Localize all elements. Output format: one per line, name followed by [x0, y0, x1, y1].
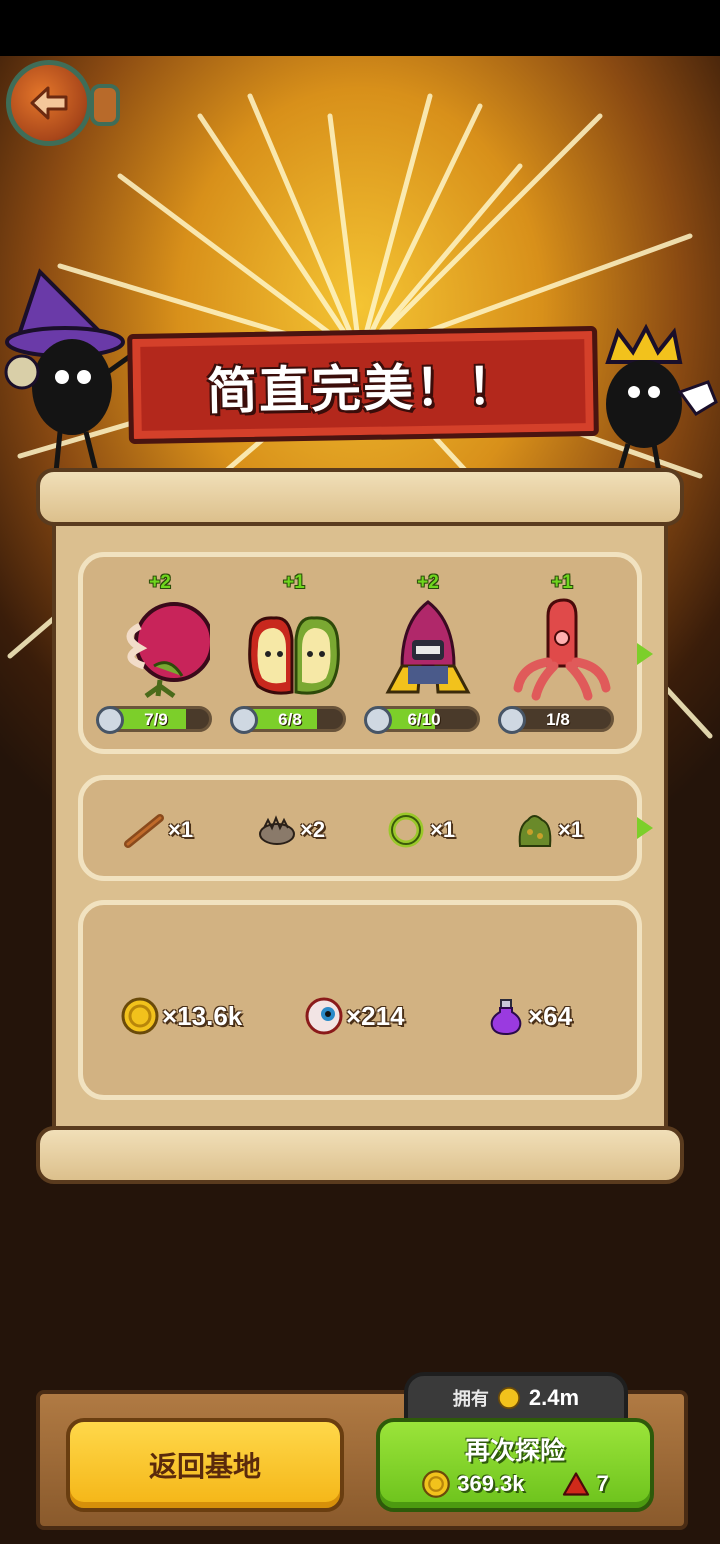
explore-again-button[interactable]: 再次探险 369.3k 7 [376, 1418, 654, 1512]
gold-coin-icon [422, 1470, 451, 1498]
return-base-label: 返回基地 [148, 1450, 261, 1483]
item-count: ×2 [300, 817, 326, 842]
item-entry: ×1 [124, 810, 193, 850]
status-bar [0, 0, 720, 56]
have-label: 拥有 [452, 1389, 489, 1409]
hedgehog-icon [259, 815, 295, 845]
hero-card[interactable]: +2 7/9 [96, 560, 220, 750]
banner-cloth: 简直完美！！ [127, 325, 599, 445]
explore-again-label: 再次探险 [464, 1436, 565, 1465]
result-title: 简直完美！！ [206, 357, 520, 421]
skull-icon [96, 706, 124, 734]
items-next-arrow-icon[interactable] [637, 817, 653, 839]
gold-coin-icon [497, 1386, 521, 1410]
hero-card[interactable]: +1 6/8 [230, 560, 354, 750]
hero-level-gain: +1 [283, 572, 305, 593]
result-banner: 简直完美！！ [127, 325, 599, 450]
item-entry: ×1 [386, 810, 455, 850]
reward-count: ×214 [346, 1000, 405, 1031]
reward-entry: ×64 [486, 994, 572, 1038]
heroes-next-arrow-icon[interactable] [637, 643, 653, 665]
item-count: ×1 [430, 817, 456, 842]
back-button[interactable] [6, 60, 92, 146]
hero-level-gain: +2 [417, 572, 439, 593]
item-entry: ×1 [514, 810, 583, 850]
scroll-bottom-roll [36, 1126, 684, 1184]
reward-entry: ×214 [304, 994, 405, 1038]
scroll-top-roll [36, 468, 684, 526]
explore-gem-cost: 7 [596, 1471, 609, 1496]
explore-cost-row: 369.3k 7 [421, 1469, 609, 1499]
rocket-robot-icon [385, 600, 471, 694]
octopus-icon [513, 598, 611, 701]
red-gem-icon [562, 1472, 589, 1496]
return-base-button[interactable]: 返回基地 [66, 1418, 344, 1512]
apple-twins-icon [248, 616, 340, 695]
eyeball-icon [305, 997, 343, 1035]
hero-card[interactable]: +1 1/8 [498, 560, 622, 750]
king-minion-icon [605, 323, 718, 479]
hero-card[interactable]: +2 6/10 [364, 560, 488, 750]
wood-stick-icon [124, 814, 164, 848]
coins-owned-value: 2.4m [528, 1385, 580, 1410]
hero-level-gain: +2 [149, 572, 171, 593]
hero-level-gain: +1 [551, 572, 573, 593]
reward-count: ×13.6k [162, 1000, 243, 1031]
carnivorous-plant-icon [126, 602, 210, 699]
purple-potion-icon [490, 999, 522, 1036]
coins-owned-tab: 拥有 2.4m [404, 1372, 628, 1424]
item-count: ×1 [558, 817, 584, 842]
item-count: ×1 [168, 817, 194, 842]
skull-icon [498, 706, 526, 734]
explore-coin-cost: 369.3k [457, 1471, 525, 1496]
moss-cluster-icon [518, 815, 552, 847]
green-ring-icon [388, 812, 424, 848]
gold-coin-icon [121, 997, 159, 1035]
reward-entry: ×13.6k [120, 994, 242, 1038]
back-tab-decoration [90, 84, 120, 126]
reward-count: ×64 [528, 1000, 573, 1031]
skull-icon [230, 706, 258, 734]
arrow-left-icon [30, 86, 68, 120]
item-entry: ×2 [256, 810, 325, 850]
skull-icon [364, 706, 392, 734]
